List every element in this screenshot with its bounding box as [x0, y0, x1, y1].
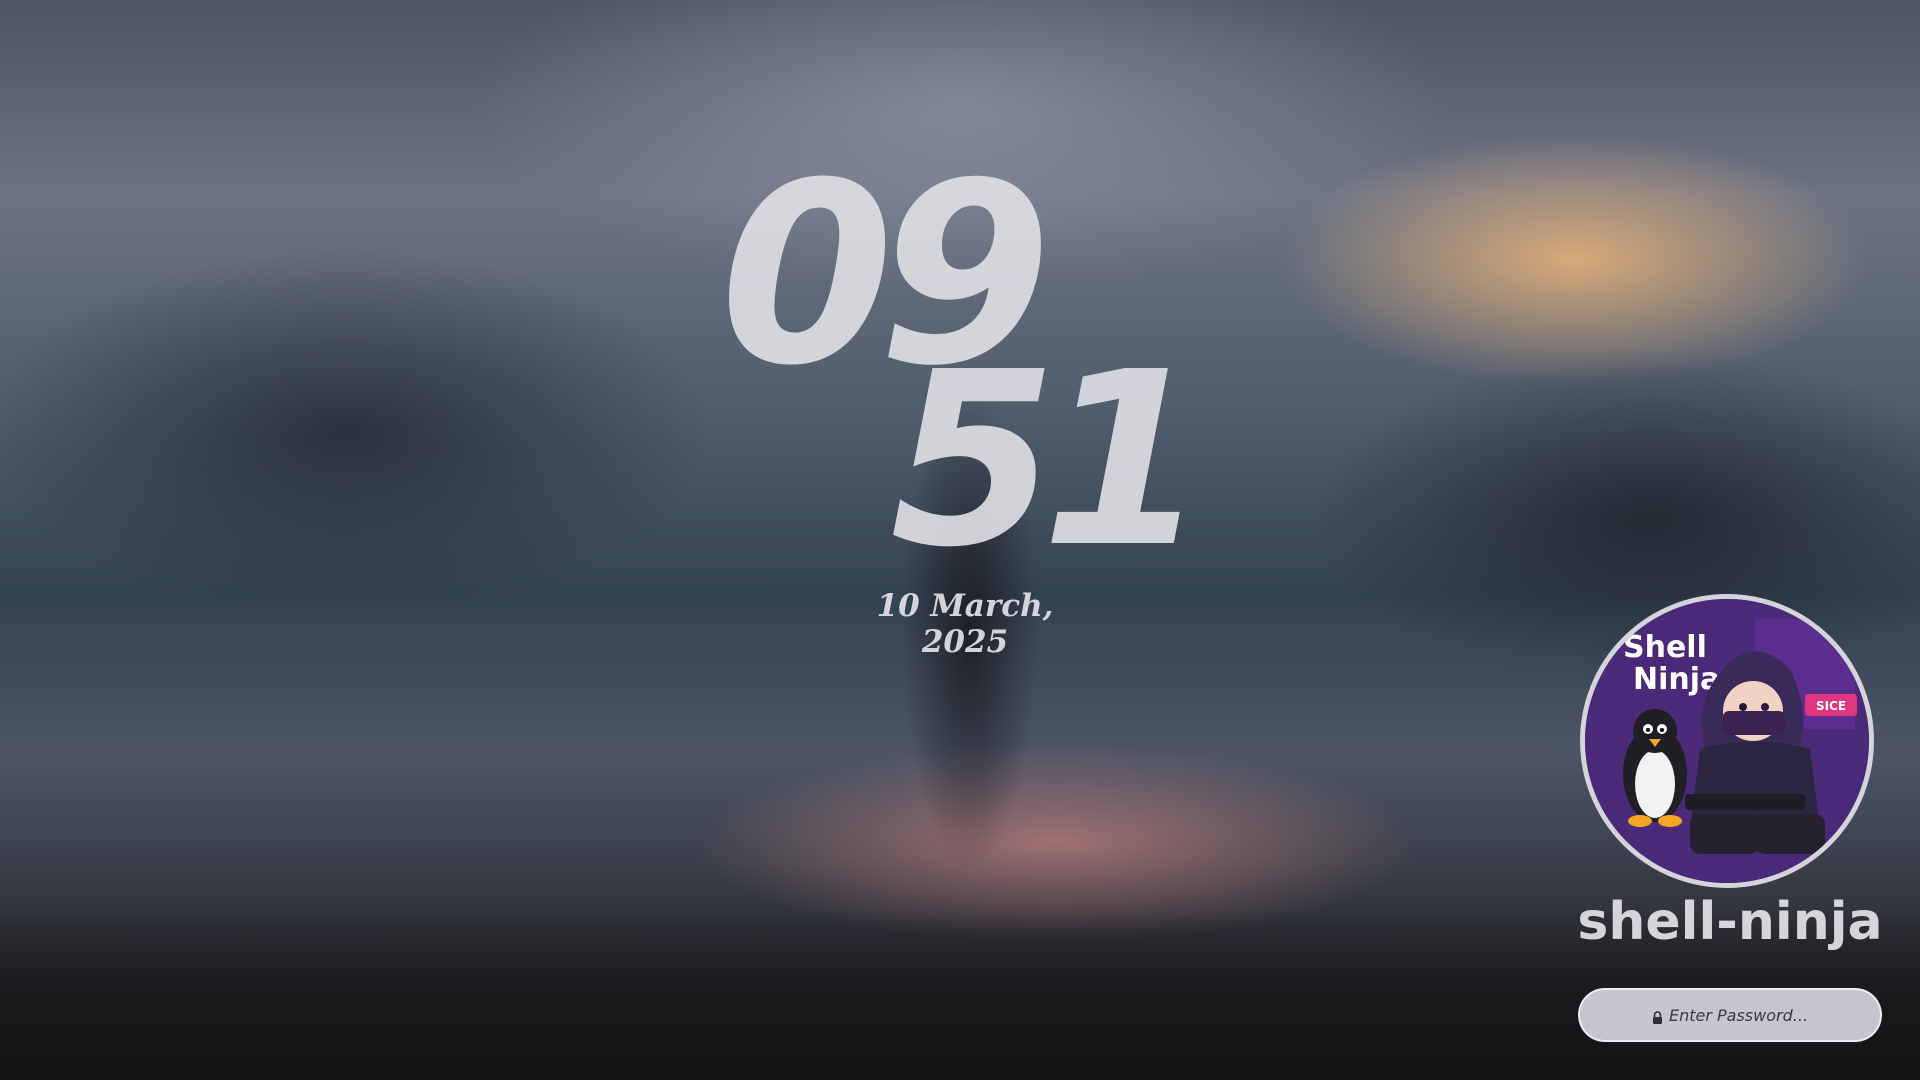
avatar-sign-text: SICE — [1816, 699, 1846, 713]
avatar: SICE Shell Ninja — [1580, 594, 1874, 888]
date-label: 10 March, 2025 — [876, 588, 1054, 660]
avatar-title-line1: Shell — [1623, 630, 1707, 665]
password-field[interactable]: Enter Password... — [1578, 988, 1882, 1042]
avatar-illustration: SICE Shell Ninja — [1585, 599, 1869, 883]
clock-minutes: 51 — [890, 320, 1208, 600]
password-placeholder: Enter Password... — [1668, 1005, 1809, 1025]
avatar-title-line2: Ninja — [1633, 662, 1720, 697]
username: shell-ninja — [1577, 892, 1883, 952]
lock-icon — [1652, 1009, 1663, 1024]
